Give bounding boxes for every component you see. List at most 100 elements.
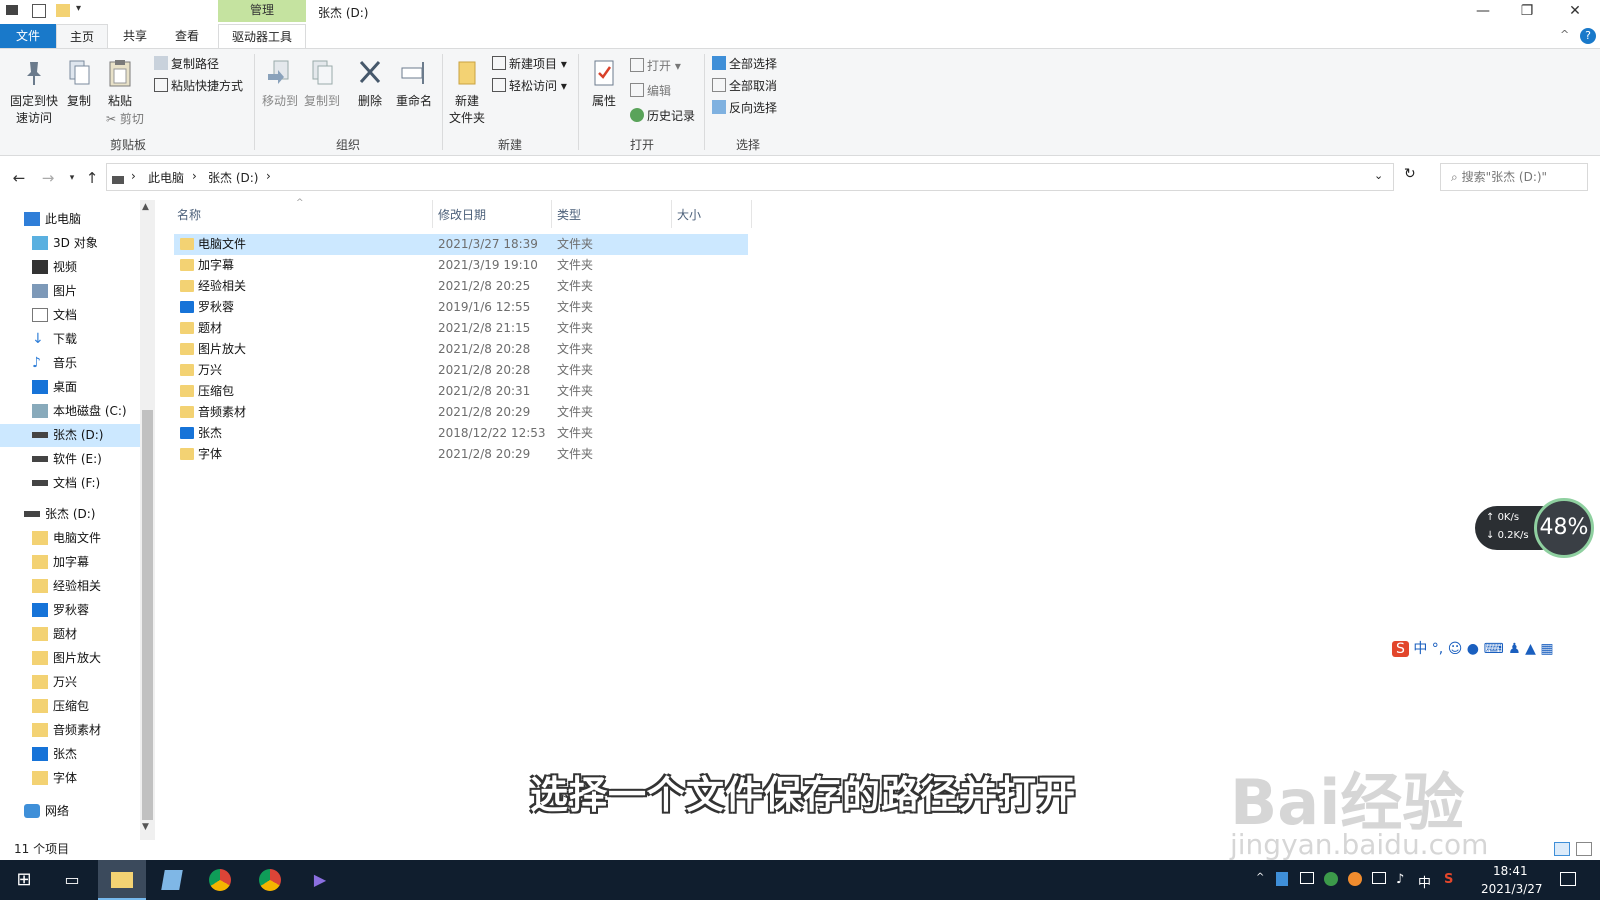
up-button[interactable]: ↑ bbox=[82, 168, 102, 188]
breadcrumb-separator[interactable]: › bbox=[266, 169, 271, 183]
nav-scrollbar-thumb[interactable] bbox=[142, 410, 153, 820]
help-icon[interactable]: ? bbox=[1580, 28, 1596, 44]
nav-item-3d-objects[interactable]: 3D 对象 bbox=[0, 232, 140, 255]
clock-time[interactable]: 18:41 bbox=[1493, 864, 1528, 878]
copy-button[interactable]: 复制 bbox=[64, 58, 94, 109]
maximize-button[interactable]: ❐ bbox=[1512, 2, 1542, 22]
minimize-button[interactable]: — bbox=[1468, 2, 1498, 22]
volume-icon[interactable]: ♪ bbox=[1396, 872, 1404, 887]
file-row[interactable]: 罗秋蓉 2019/1/6 12:55 文件夹 bbox=[174, 297, 748, 318]
taskbar-file-explorer[interactable] bbox=[98, 860, 146, 900]
network-tray-icon[interactable] bbox=[1372, 872, 1386, 884]
column-separator[interactable] bbox=[551, 200, 552, 228]
edit-button[interactable]: 编辑 bbox=[630, 81, 671, 101]
select-none-button[interactable]: 全部取消 bbox=[712, 76, 777, 96]
nav-item-documents[interactable]: 文档 bbox=[0, 304, 140, 327]
copy-to-button[interactable]: 复制到 bbox=[302, 58, 342, 109]
tab-view[interactable]: 查看 bbox=[164, 24, 210, 48]
nav-folder-item[interactable]: 字体 bbox=[0, 767, 140, 790]
tray-app-icon[interactable] bbox=[1276, 872, 1288, 886]
nav-item-downloads[interactable]: ↓ 下载 bbox=[0, 328, 140, 351]
nav-folder-item[interactable]: 音频素材 bbox=[0, 719, 140, 742]
file-row[interactable]: 题材 2021/2/8 21:15 文件夹 bbox=[174, 318, 748, 339]
task-view-button[interactable]: ▭ bbox=[48, 860, 96, 900]
close-button[interactable]: ✕ bbox=[1560, 2, 1590, 22]
breadcrumb-separator[interactable]: › bbox=[131, 169, 136, 183]
nav-item-network[interactable]: 网络 bbox=[0, 800, 140, 823]
column-header-name[interactable]: 名称 bbox=[177, 206, 201, 223]
history-button[interactable]: 历史记录 bbox=[630, 106, 695, 126]
column-header-type[interactable]: 类型 bbox=[557, 206, 581, 223]
nav-item-videos[interactable]: 视频 bbox=[0, 256, 140, 279]
nav-item-drive-d[interactable]: 张杰 (D:) bbox=[0, 424, 140, 447]
nav-item-drive-d-root[interactable]: 张杰 (D:) bbox=[0, 503, 140, 526]
security-shield-icon[interactable] bbox=[1324, 872, 1338, 886]
tray-monitor-icon[interactable] bbox=[1300, 872, 1314, 884]
nav-folder-item[interactable]: 图片放大 bbox=[0, 647, 140, 670]
move-to-button[interactable]: 移动到 bbox=[260, 58, 300, 109]
scroll-down-icon[interactable]: ▼ bbox=[142, 822, 149, 832]
file-row[interactable]: 字体 2021/2/8 20:29 文件夹 bbox=[174, 444, 748, 465]
delete-button[interactable]: 删除 bbox=[352, 58, 388, 109]
file-row[interactable]: 张杰 2018/12/22 12:53 文件夹 bbox=[174, 423, 748, 444]
column-separator[interactable] bbox=[751, 200, 752, 228]
scroll-up-icon[interactable]: ▲ bbox=[142, 202, 149, 212]
nav-folder-item[interactable]: 万兴 bbox=[0, 671, 140, 694]
open-button[interactable]: 打开 ▾ bbox=[630, 56, 681, 76]
properties-qa-icon[interactable] bbox=[32, 4, 46, 18]
file-row[interactable]: 万兴 2021/2/8 20:28 文件夹 bbox=[174, 360, 748, 381]
memory-usage-circle[interactable]: 48% bbox=[1534, 498, 1594, 558]
nav-folder-item[interactable]: 题材 bbox=[0, 623, 140, 646]
nav-folder-item[interactable]: 张杰 bbox=[0, 743, 140, 766]
recent-locations-button[interactable]: ▾ bbox=[62, 168, 82, 188]
nav-item-drive-f[interactable]: 文档 (F:) bbox=[0, 472, 140, 495]
select-all-button[interactable]: 全部选择 bbox=[712, 54, 777, 74]
new-folder-button[interactable]: 新建 文件夹 bbox=[446, 58, 488, 126]
file-row[interactable]: 加字幕 2021/3/19 19:10 文件夹 bbox=[174, 255, 748, 276]
start-button[interactable]: ⊞ bbox=[0, 860, 48, 900]
new-folder-qa-icon[interactable] bbox=[56, 4, 70, 17]
tab-share[interactable]: 共享 bbox=[112, 24, 158, 48]
rename-button[interactable]: 重命名 bbox=[392, 58, 436, 109]
column-header-modified[interactable]: 修改日期 bbox=[438, 206, 486, 223]
pin-quick-access-button[interactable]: 固定到快 速访问 bbox=[6, 58, 62, 126]
breadcrumb-separator[interactable]: › bbox=[192, 169, 197, 183]
invert-selection-button[interactable]: 反向选择 bbox=[712, 98, 777, 118]
column-header-size[interactable]: 大小 bbox=[677, 206, 701, 223]
sogou-tray-icon[interactable]: S bbox=[1444, 872, 1453, 887]
paste-shortcut-button[interactable]: 粘贴快捷方式 bbox=[154, 76, 243, 96]
taskbar-browser-2[interactable] bbox=[246, 860, 294, 900]
properties-button[interactable]: 属性 bbox=[584, 58, 624, 109]
search-input[interactable]: ⌕ 搜索"张杰 (D:)" bbox=[1440, 163, 1588, 191]
taskbar-ime-indicator[interactable]: 中 bbox=[1418, 872, 1431, 891]
nav-item-desktop[interactable]: 桌面 bbox=[0, 376, 140, 399]
nav-folder-item[interactable]: 罗秋蓉 bbox=[0, 599, 140, 622]
address-bar[interactable] bbox=[106, 163, 1394, 191]
column-separator[interactable] bbox=[432, 200, 433, 228]
qa-dropdown-icon[interactable]: ▾ bbox=[76, 3, 81, 14]
action-center-icon[interactable] bbox=[1560, 872, 1576, 886]
file-row[interactable]: 音频素材 2021/2/8 20:29 文件夹 bbox=[174, 402, 748, 423]
collapse-ribbon-icon[interactable]: ^ bbox=[1560, 28, 1569, 41]
file-row[interactable]: 经验相关 2021/2/8 20:25 文件夹 bbox=[174, 276, 748, 297]
nav-item-music[interactable]: ♪ 音乐 bbox=[0, 352, 140, 375]
show-hidden-icons[interactable]: ^ bbox=[1256, 872, 1264, 883]
taskbar-browser[interactable] bbox=[196, 860, 244, 900]
copy-path-button[interactable]: 复制路径 bbox=[154, 54, 219, 74]
taskbar-notepad[interactable] bbox=[148, 860, 196, 900]
new-item-button[interactable]: 新建项目 ▾ bbox=[492, 54, 567, 74]
nav-folder-item[interactable]: 加字幕 bbox=[0, 551, 140, 574]
refresh-icon[interactable]: ↻ bbox=[1404, 166, 1416, 182]
tray-orange-icon[interactable] bbox=[1348, 872, 1362, 886]
breadcrumb-drive-d[interactable]: 张杰 (D:) bbox=[208, 169, 258, 186]
tab-home[interactable]: 主页 bbox=[56, 24, 108, 48]
cut-button[interactable]: ✂ 剪切 bbox=[106, 109, 144, 129]
easy-access-button[interactable]: 轻松访问 ▾ bbox=[492, 76, 567, 96]
nav-item-drive-e[interactable]: 软件 (E:) bbox=[0, 448, 140, 471]
clock-date[interactable]: 2021/3/27 bbox=[1481, 882, 1543, 896]
paste-button[interactable]: 粘贴 bbox=[104, 58, 136, 109]
nav-folder-item[interactable]: 电脑文件 bbox=[0, 527, 140, 550]
tab-drive-tools[interactable]: 驱动器工具 bbox=[218, 24, 306, 48]
back-button[interactable]: ← bbox=[9, 168, 29, 188]
nav-item-this-pc[interactable]: 此电脑 bbox=[0, 208, 140, 231]
